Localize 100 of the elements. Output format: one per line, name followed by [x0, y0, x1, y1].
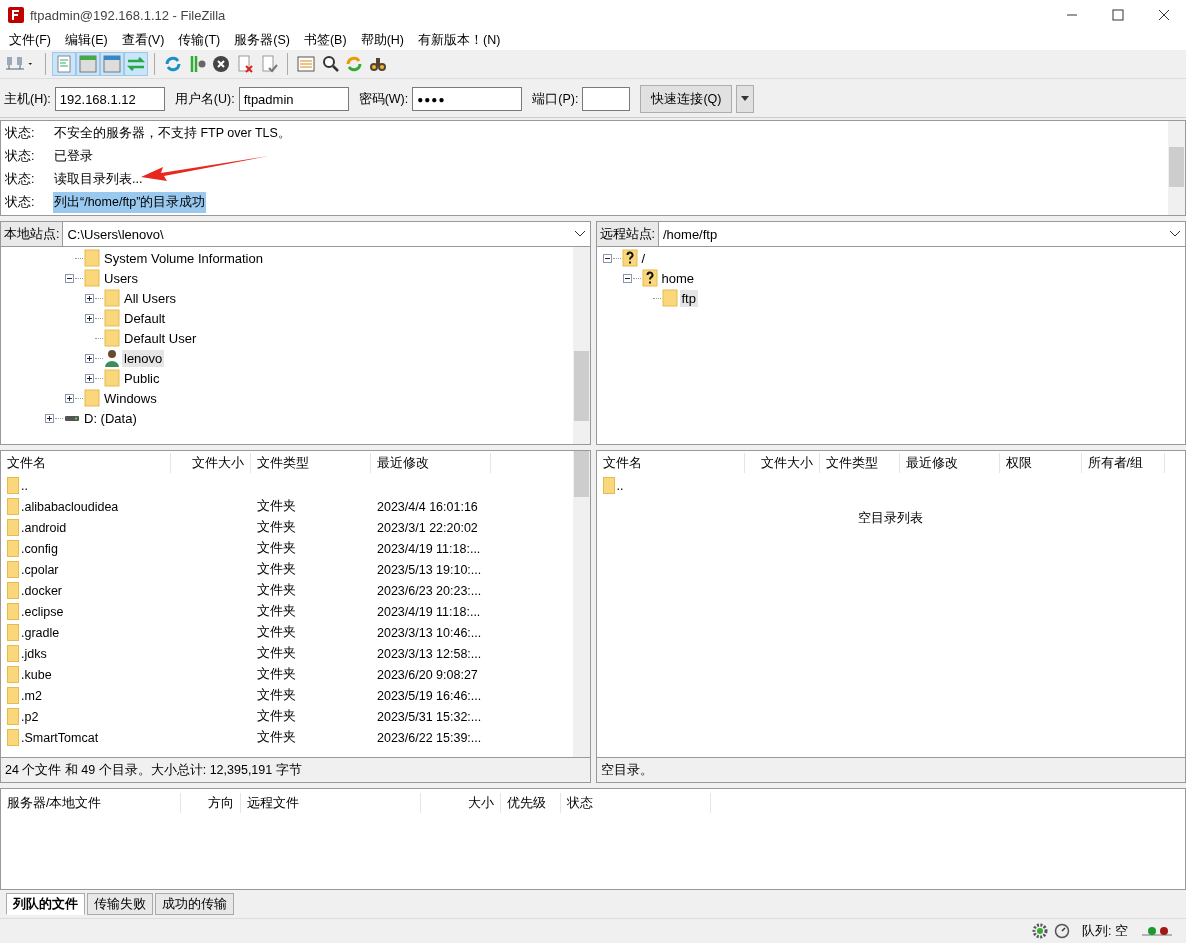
column-header[interactable]: 状态 — [561, 793, 711, 813]
file-name[interactable]: .jdks — [21, 646, 47, 661]
file-type: 文件夹 — [257, 666, 296, 683]
menu-item[interactable]: 帮助(H) — [353, 31, 411, 49]
unknown-folder-icon — [641, 269, 658, 287]
chevron-down-icon — [1169, 230, 1181, 238]
expand-icon[interactable] — [45, 413, 54, 423]
folder-icon — [7, 729, 19, 746]
dropdown-button[interactable] — [736, 85, 755, 113]
file-name[interactable]: .cpolar — [21, 562, 59, 577]
column-header[interactable]: 大小 — [421, 793, 501, 813]
file-name[interactable]: .kube — [21, 667, 52, 682]
tree-item[interactable]: Default — [122, 309, 168, 327]
maximize-icon[interactable] — [1112, 9, 1124, 21]
column-header[interactable]: 方向 — [181, 793, 241, 813]
close-icon[interactable] — [1158, 9, 1170, 21]
expand-icon[interactable] — [85, 353, 94, 363]
scrollbar[interactable] — [1168, 121, 1185, 215]
username-field[interactable]: ftpadmin — [238, 87, 349, 111]
column-header[interactable]: 权限 — [999, 453, 1082, 473]
column-header[interactable]: 服务器/本地文件 — [1, 793, 181, 813]
column-header[interactable]: 文件大小 — [744, 453, 820, 473]
file-name[interactable]: .SmartTomcat — [21, 730, 99, 745]
scrollbar[interactable] — [572, 451, 590, 757]
activity-lights-icon — [1142, 925, 1172, 937]
collapse-icon[interactable] — [65, 273, 74, 283]
file-name[interactable]: .. — [616, 478, 624, 493]
column-header[interactable]: 文件类型 — [251, 453, 371, 473]
tree-item[interactable]: Users — [102, 269, 140, 287]
column-header[interactable]: 文件名 — [1, 453, 171, 473]
column-header[interactable]: 远程文件 — [241, 793, 421, 813]
remote-tree-icon[interactable] — [101, 53, 123, 75]
menu-item[interactable]: 有新版本！(N) — [411, 31, 508, 49]
tree-item[interactable]: System Volume Information — [102, 249, 265, 267]
tree-item[interactable]: lenovo — [122, 349, 165, 367]
file-name[interactable]: .android — [21, 520, 67, 535]
collapse-icon[interactable] — [602, 253, 612, 263]
port-field[interactable] — [582, 87, 631, 111]
field-label: 端口(P): — [532, 90, 579, 108]
menu-item[interactable]: 书签(B) — [296, 31, 354, 49]
gear-icon[interactable] — [1032, 923, 1049, 939]
column-header[interactable]: 最近修改 — [371, 453, 491, 473]
column-header[interactable]: 文件名 — [596, 453, 745, 473]
password-field[interactable]: ●●●● — [412, 87, 523, 111]
tree-item[interactable]: home — [659, 269, 697, 287]
menu-item[interactable]: 查看(V) — [114, 31, 172, 49]
log-label: 状态: — [4, 194, 36, 211]
column-header[interactable]: 文件类型 — [819, 453, 900, 473]
queue-tab[interactable]: 列队的文件 — [6, 893, 85, 915]
collapse-icon[interactable] — [622, 273, 632, 283]
file-name[interactable]: .. — [21, 478, 28, 493]
folder-icon — [104, 289, 120, 307]
queue-tab[interactable]: 传输失败 — [87, 893, 153, 915]
tree-item[interactable]: Public — [122, 369, 162, 387]
tree-item[interactable]: ftp — [679, 289, 698, 307]
modified-date: 2023/5/31 15:32:... — [377, 709, 482, 724]
unknown-folder-icon — [621, 249, 638, 267]
expand-icon[interactable] — [85, 293, 94, 303]
path-dropdown[interactable]: /home/ftp — [659, 222, 1185, 246]
log-message: 读取目录列表... — [53, 171, 144, 188]
empty-message: 空目录列表 — [858, 511, 924, 525]
file-name[interactable]: .docker — [21, 583, 62, 598]
host-field[interactable]: 192.168.1.12 — [54, 87, 165, 111]
folder-icon — [104, 309, 120, 327]
menu-item[interactable]: 服务器(S) — [227, 31, 297, 49]
folder-icon — [7, 687, 19, 704]
file-name[interactable]: .alibabacloudidea — [21, 499, 119, 514]
file-name[interactable]: .gradle — [21, 625, 60, 640]
column-header[interactable]: 最近修改 — [899, 453, 1000, 473]
tree-item[interactable]: / — [639, 249, 648, 267]
queue-tab[interactable]: 成功的传输 — [155, 893, 234, 915]
tree-item[interactable]: Default User — [122, 329, 199, 347]
tree-item[interactable]: Windows — [102, 389, 159, 407]
expand-icon[interactable] — [85, 373, 94, 383]
file-name[interactable]: .config — [21, 541, 58, 556]
menu-item[interactable]: 传输(T) — [171, 31, 228, 49]
cancel-icon[interactable] — [210, 53, 232, 75]
file-name[interactable]: .m2 — [21, 688, 42, 703]
field-label: 主机(H): — [4, 90, 51, 108]
modified-date: 2023/4/19 11:18:... — [377, 604, 481, 619]
scrollbar[interactable] — [572, 247, 590, 444]
log-message: 不安全的服务器，不支持 FTP over TLS。 — [53, 125, 292, 142]
expand-icon[interactable] — [65, 393, 74, 403]
column-header[interactable]: 文件大小 — [171, 453, 251, 473]
quickconnect-button[interactable]: 快速连接(Q) — [640, 85, 733, 113]
expand-icon[interactable] — [85, 313, 94, 323]
tree-item[interactable]: All Users — [122, 289, 178, 307]
log-message: 已登录 — [53, 148, 94, 165]
menu-item[interactable]: 编辑(E) — [57, 31, 115, 49]
tree-item[interactable]: D: (Data) — [82, 409, 139, 427]
path-dropdown[interactable]: C:\Users\lenovo\ — [63, 222, 590, 246]
column-header[interactable]: 所有者/组 — [1081, 453, 1165, 473]
column-header[interactable]: 优先级 — [501, 793, 561, 813]
log-label: 状态: — [4, 171, 36, 188]
file-name[interactable]: .eclipse — [21, 604, 64, 619]
menu-item[interactable]: 文件(F) — [2, 31, 58, 49]
speed-gauge-icon[interactable] — [1054, 923, 1071, 939]
window-title: ftpadmin@192.168.1.12 - FileZilla — [30, 7, 226, 23]
file-name[interactable]: .p2 — [21, 709, 39, 724]
folder-icon — [7, 666, 19, 683]
